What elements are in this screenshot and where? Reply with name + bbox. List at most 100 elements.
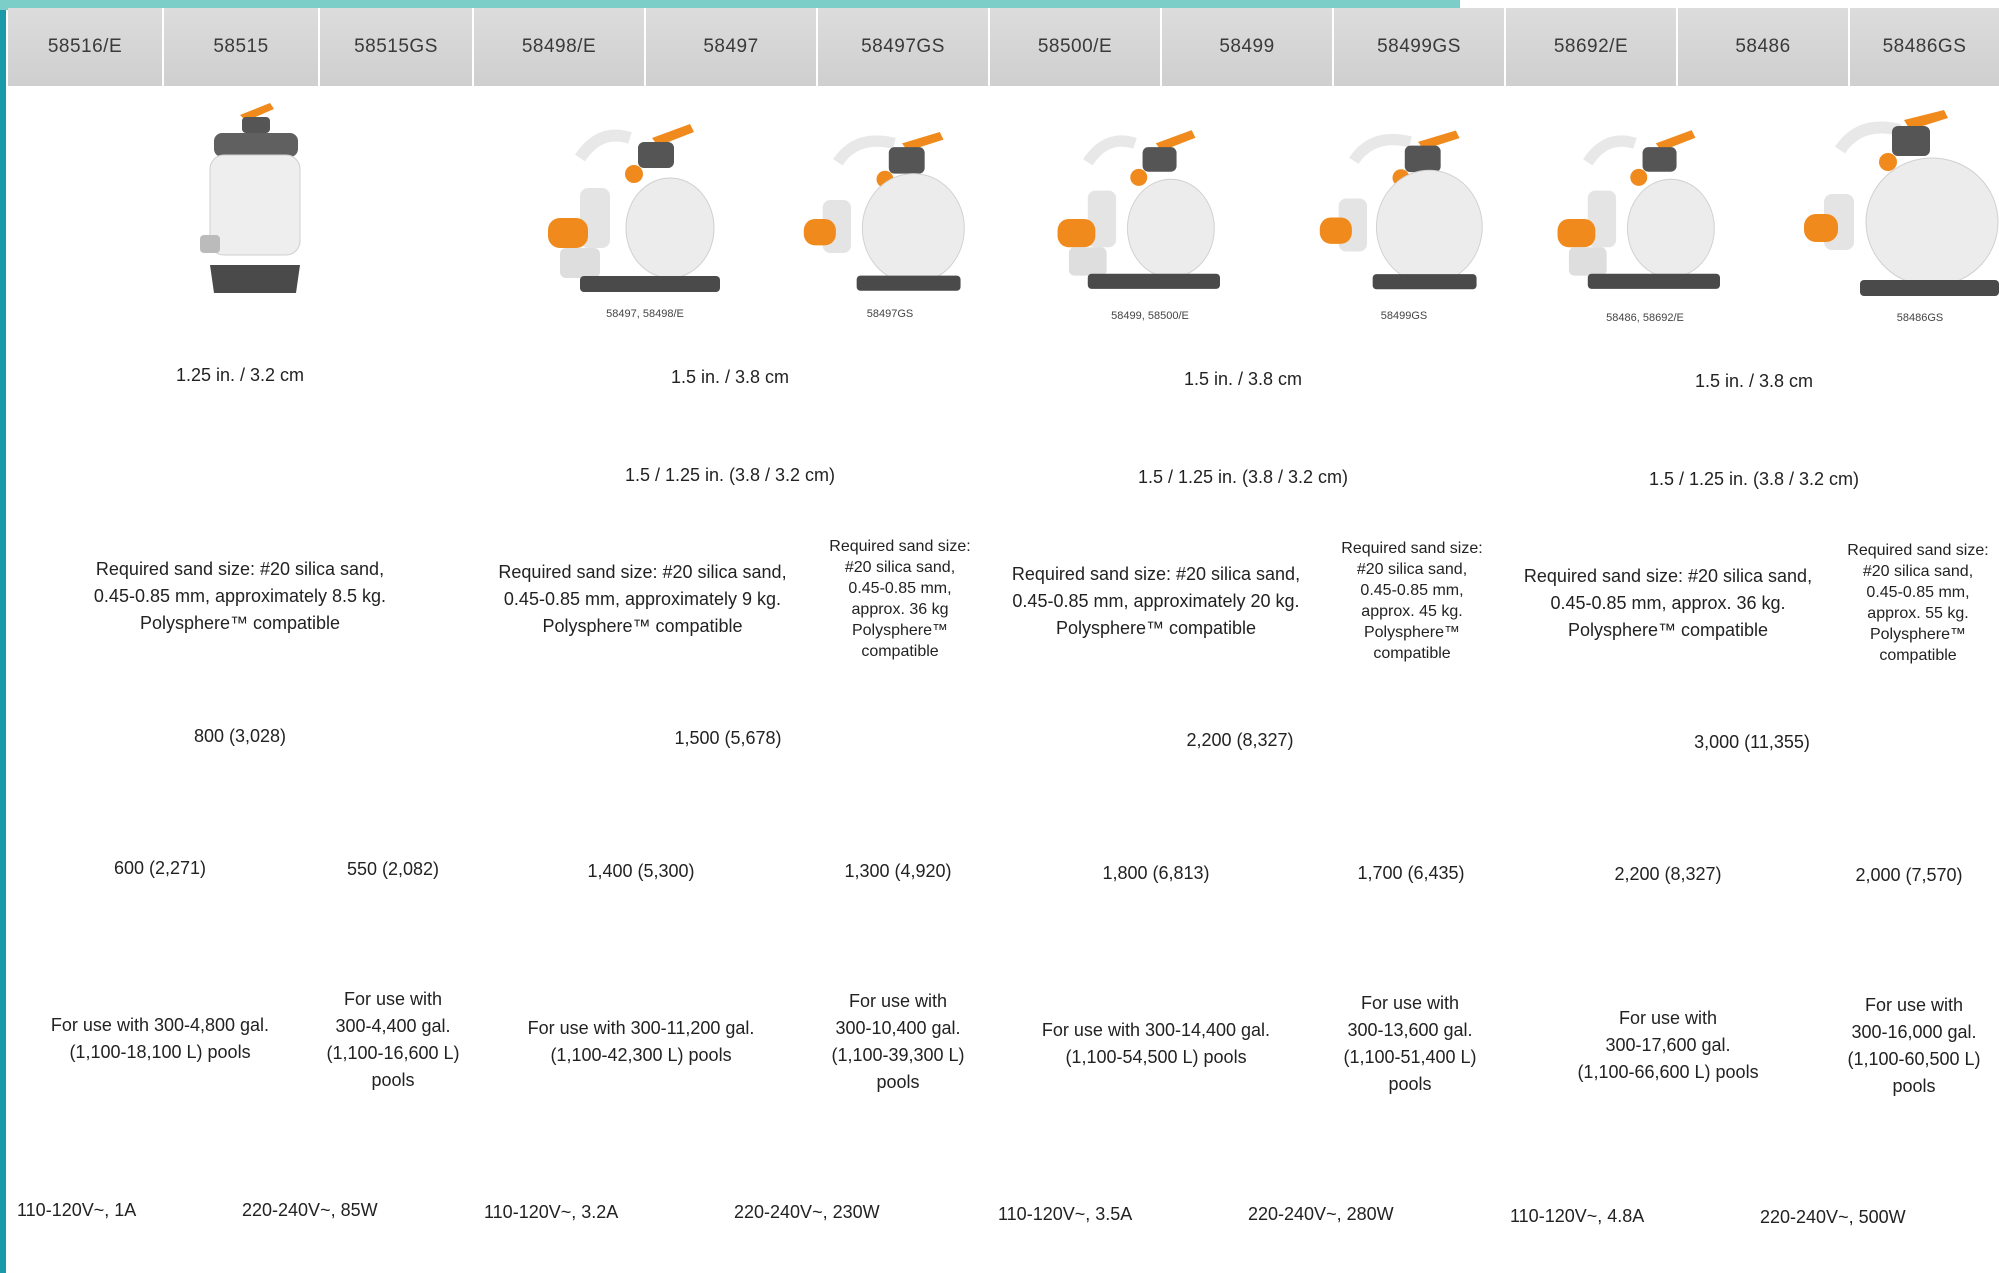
left-accent-bar [0, 0, 6, 1273]
sand-line: 0.45-0.85 mm, approx. 36 kg. [1550, 593, 1786, 613]
sand-filter-pump-image [803, 132, 965, 291]
pool-size-line: pools [876, 1072, 920, 1092]
pool-size-line: 300-10,400 gal. [835, 1018, 961, 1038]
hose-size: 1.5 / 1.25 in. (3.8 / 3.2 cm) [1137, 467, 1349, 487]
model-header-cell: 58499GS [1334, 8, 1506, 86]
product-caption: 58497GS [866, 308, 914, 320]
sand-line: approx. 45 kg. [1361, 603, 1463, 620]
pool-size-line: (1,100-39,300 L) [831, 1045, 965, 1065]
pool-size-line: 300-16,000 gal. [1851, 1022, 1977, 1042]
pool-size-line: For use with 300-14,400 gal. [1041, 1020, 1271, 1040]
model-header-cell: 58486 [1678, 8, 1850, 86]
pool-size: For use with 300-4,800 gal. (1,100-18,10… [20, 1012, 300, 1066]
sand-requirement: Required sand size: #20 silica sand, 0.4… [996, 561, 1316, 642]
hose-size: 1.5 / 1.25 in. (3.8 / 3.2 cm) [1648, 469, 1860, 489]
sand-requirement: Required sand size: #20 silica sand, 0.4… [480, 559, 805, 640]
product-caption: 58486GS [1896, 312, 1944, 324]
pool-size: For use with 300-17,600 gal. (1,100-66,6… [1548, 1005, 1788, 1086]
sand-requirement: Required sand size: #20 silica sand, 0.4… [810, 536, 990, 662]
pool-size: For use with 300-16,000 gal. (1,100-60,5… [1830, 992, 1998, 1100]
sand-line: Required sand size: #20 silica sand, [95, 559, 385, 579]
sand-filter-pump-image [1057, 130, 1220, 289]
sand-line: Polysphere™ [851, 622, 949, 639]
pool-size: For use with 300-10,400 gal. (1,100-39,3… [808, 988, 988, 1096]
sand-line: Polysphere™ compatible [1567, 620, 1769, 640]
pump-flow-rate: 1,300 (4,920) [844, 861, 952, 881]
pool-size: For use with 300-13,600 gal. (1,100-51,4… [1320, 990, 1500, 1098]
pool-size-line: For use with 300-11,200 gal. [527, 1018, 755, 1038]
pool-size-line: For use with [848, 991, 948, 1011]
filter-flow-rate: 800 (3,028) [193, 726, 287, 746]
sand-line: Required sand size: #20 silica sand, [1011, 564, 1301, 584]
connection-size: 1.5 in. / 3.8 cm [670, 367, 790, 387]
pump-flow-rate: 2,000 (7,570) [1855, 865, 1963, 885]
sand-filter-pump-image [1804, 110, 1999, 296]
sand-filter-pump-image [1557, 130, 1720, 289]
cartridge-filter-image [200, 103, 301, 293]
voltage-spec: 110-120V~, 4.8A [1510, 1206, 1645, 1226]
voltage-spec: 110-120V~, 3.2A [484, 1202, 619, 1222]
connection-size: 1.5 in. / 3.8 cm [1183, 369, 1303, 389]
sand-line: Required sand size: [829, 538, 971, 555]
sand-line: Required sand size: #20 silica sand, [498, 562, 787, 582]
model-header-cell: 58692/E [1506, 8, 1678, 86]
model-header-cell: 58497 [646, 8, 818, 86]
pool-size-line: For use with [1618, 1008, 1718, 1028]
pool-size: For use with 300-14,400 gal. (1,100-54,5… [1014, 1017, 1298, 1071]
voltage-spec: 110-120V~, 3.5A [998, 1204, 1133, 1224]
sand-line: approx. 55 kg. [1867, 605, 1969, 622]
sand-line: Polysphere™ compatible [1055, 618, 1257, 638]
sand-line: 0.45-0.85 mm, approximately 9 kg. [503, 589, 782, 609]
pump-flow-rate: 1,400 (5,300) [587, 861, 695, 881]
pool-size-line: 300-13,600 gal. [1347, 1020, 1473, 1040]
pool-size-line: 300-17,600 gal. [1605, 1035, 1731, 1055]
model-header-row: 58516/E 58515 58515GS 58498/E 58497 5849… [8, 8, 1999, 86]
sand-line: 0.45-0.85 mm, [1866, 584, 1970, 601]
pump-flow-rate: 1,800 (6,813) [1102, 863, 1210, 883]
voltage-spec: 110-120V~, 1A [17, 1200, 137, 1220]
pool-size: For use with 300-11,200 gal. (1,100-42,3… [500, 1015, 782, 1069]
voltage-spec: 220-240V~, 230W [734, 1202, 880, 1222]
sand-line: compatible [861, 643, 939, 660]
model-header-cell: 58500/E [990, 8, 1162, 86]
product-caption: 58497, 58498/E [606, 308, 684, 320]
product-caption: 58499, 58500/E [1111, 310, 1189, 322]
sand-line: 0.45-0.85 mm, [1360, 582, 1464, 599]
pool-size-line: (1,100-42,300 L) pools [550, 1045, 732, 1065]
sand-filter-pump-image [1319, 130, 1483, 290]
model-header-cell: 58497GS [818, 8, 990, 86]
sand-line: approx. 36 kg [851, 601, 949, 618]
model-header-cell: 58486GS [1850, 8, 1999, 86]
sand-requirement: Required sand size: #20 silica sand, 0.4… [1322, 538, 1502, 664]
voltage-spec: 220-240V~, 500W [1760, 1207, 1906, 1227]
pump-flow-rate: 1,700 (6,435) [1357, 863, 1465, 883]
sand-line: Polysphere™ [1869, 626, 1967, 643]
hose-size: 1.5 / 1.25 in. (3.8 / 3.2 cm) [624, 465, 836, 485]
pool-size-line: (1,100-60,500 L) [1847, 1049, 1981, 1069]
filter-flow-rate: 1,500 (5,678) [674, 728, 782, 748]
product-caption: 58486, 58692/E [1606, 312, 1684, 324]
pool-size-line: (1,100-54,500 L) pools [1065, 1047, 1247, 1067]
pool-size-line: (1,100-51,400 L) [1343, 1047, 1477, 1067]
model-header-cell: 58515GS [320, 8, 474, 86]
sand-line: Required sand size: [1847, 542, 1989, 559]
pool-size-line: For use with [1864, 995, 1964, 1015]
voltage-spec: 220-240V~, 85W [242, 1200, 378, 1220]
pool-size-line: 300-4,400 gal. [335, 1016, 451, 1036]
product-caption: 58499GS [1380, 310, 1428, 322]
pump-flow-rate: 2,200 (8,327) [1614, 864, 1722, 884]
sand-line: #20 silica sand, [1862, 563, 1974, 580]
model-header-cell: 58498/E [474, 8, 646, 86]
sand-line: 0.45-0.85 mm, approximately 8.5 kg. [93, 586, 387, 606]
sand-line: 0.45-0.85 mm, [848, 580, 952, 597]
sand-requirement: Required sand size: #20 silica sand, 0.4… [1838, 540, 1998, 666]
pool-size-line: (1,100-16,600 L) [326, 1043, 460, 1063]
sand-line: Required sand size: [1341, 540, 1483, 557]
pool-size-line: (1,100-66,600 L) pools [1577, 1062, 1759, 1082]
sand-line: Required sand size: #20 silica sand, [1523, 566, 1813, 586]
model-header-cell: 58516/E [8, 8, 164, 86]
sand-line: 0.45-0.85 mm, approximately 20 kg. [1012, 591, 1300, 611]
model-header-cell: 58499 [1162, 8, 1334, 86]
pool-size-line: For use with 300-4,800 gal. [50, 1015, 270, 1035]
pool-size-line: pools [1388, 1074, 1432, 1094]
